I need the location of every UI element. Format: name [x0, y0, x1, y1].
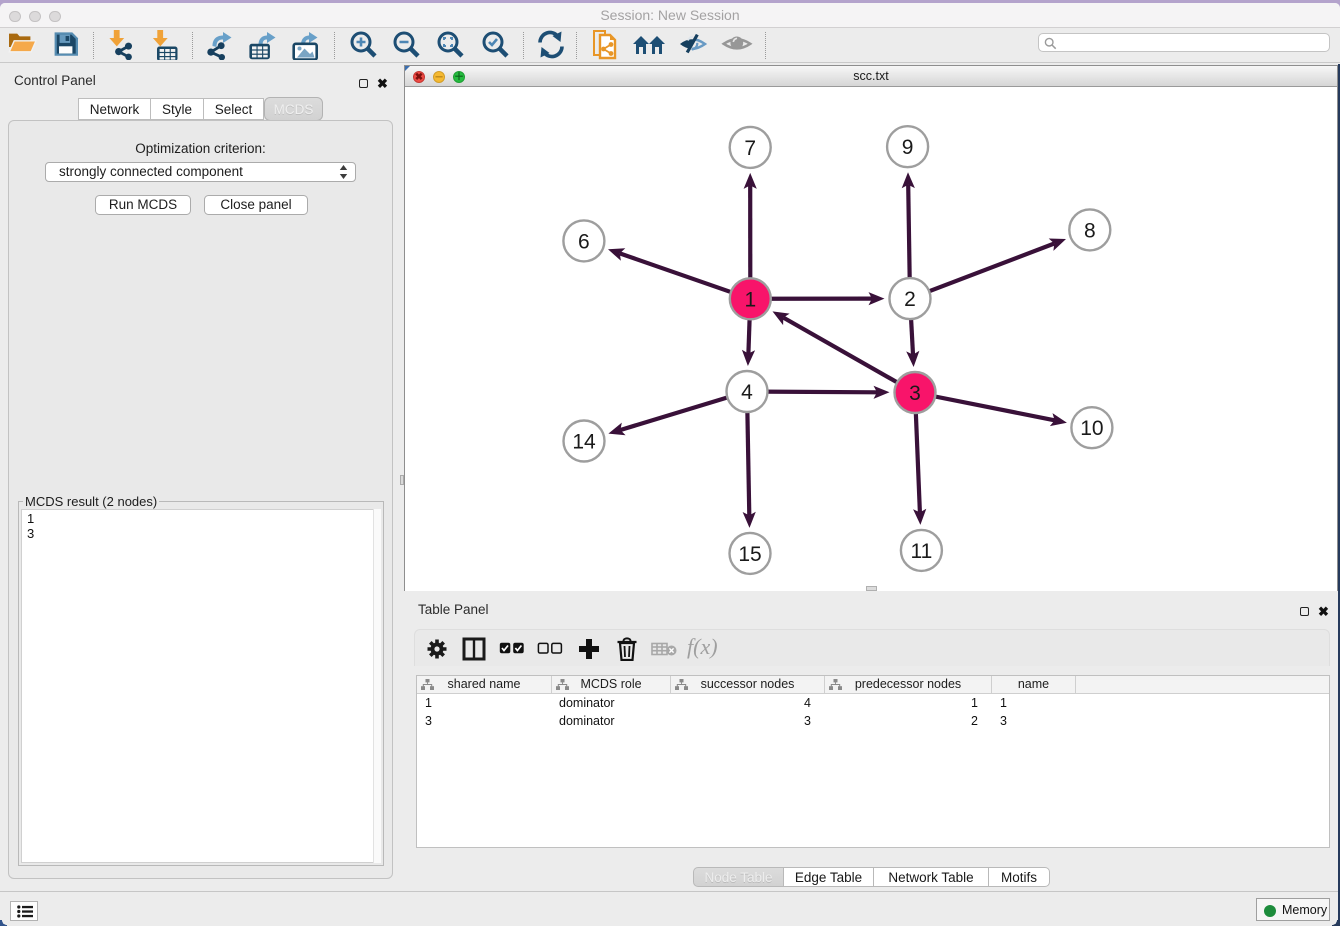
svg-text:11: 11 — [910, 540, 932, 563]
svg-text:3: 3 — [909, 382, 921, 405]
svg-text:4: 4 — [741, 381, 753, 404]
svg-text:9: 9 — [902, 136, 914, 159]
svg-text:2: 2 — [904, 288, 916, 311]
svg-text:1: 1 — [744, 288, 756, 311]
svg-text:14: 14 — [572, 431, 596, 454]
svg-text:15: 15 — [738, 543, 761, 566]
svg-text:7: 7 — [744, 137, 756, 160]
svg-text:6: 6 — [578, 230, 590, 253]
svg-text:8: 8 — [1084, 219, 1096, 242]
svg-text:10: 10 — [1080, 417, 1103, 440]
